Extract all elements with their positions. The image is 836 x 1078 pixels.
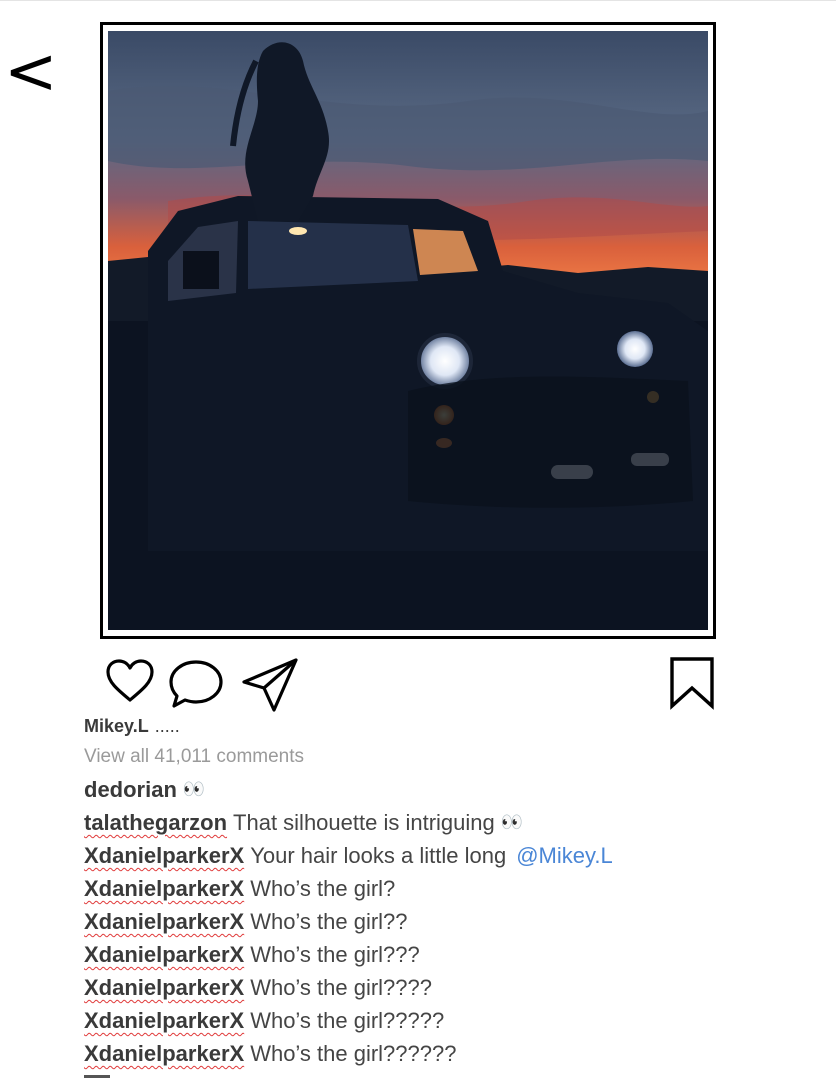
comment-text: Who’s the girl??? (250, 942, 420, 967)
sunset-jeep-silhouette-image (108, 31, 708, 630)
comment-row: XdanielparkerX Who’s the girl?????? (84, 1037, 824, 1070)
comment-row: XdanielparkerX Your hair looks a little l… (84, 839, 824, 872)
comment-username[interactable]: XdanielparkerX (84, 975, 244, 1000)
comment-username[interactable]: XdanielparkerX (84, 942, 244, 967)
comment-username[interactable]: XdanielparkerX (84, 843, 244, 868)
comment-username[interactable]: dedorian (84, 777, 177, 802)
comment-username[interactable]: XdanielparkerX (84, 876, 244, 901)
back-button[interactable]: < (4, 36, 58, 108)
comment-row: XdanielparkerX Who’s the girl????? (84, 1004, 824, 1037)
comment-text: Your hair looks a little long (250, 843, 507, 868)
save-button[interactable] (668, 656, 716, 710)
comment-row: talathegarzon That silhouette is intrigui… (84, 806, 824, 839)
share-button[interactable] (240, 656, 300, 714)
bookmark-icon (670, 657, 714, 710)
comment-text: Who’s the girl? (250, 876, 396, 901)
comment-row: XdanielparkerX Who’s the girl???? (84, 971, 824, 1004)
post-caption: Mikey.L..... (84, 716, 180, 737)
comment-username[interactable]: XdanielparkerX (84, 1041, 244, 1066)
comment-username[interactable]: talathegarzon (84, 810, 227, 835)
post-actions-bar (0, 650, 836, 716)
comments-list: dedorian 👀 talathegarzon That silhouette i… (84, 773, 824, 1070)
comment-button[interactable] (168, 658, 224, 710)
comment-username[interactable]: XdanielparkerX (84, 909, 244, 934)
comment-row: XdanielparkerX Who’s the girl? (84, 872, 824, 905)
heart-icon (106, 659, 154, 702)
post-photo[interactable] (108, 31, 708, 630)
top-divider (0, 0, 836, 1)
eyes-emoji: 👀 (500, 812, 523, 832)
paper-plane-icon (242, 658, 298, 712)
like-button[interactable] (104, 658, 156, 704)
comment-mention-link[interactable]: @Mikey.L (516, 843, 613, 868)
comment-row: XdanielparkerX Who’s the girl??? (84, 938, 824, 971)
comment-bubble-icon (169, 660, 223, 708)
comment-row: dedorian 👀 (84, 773, 824, 806)
comment-row: XdanielparkerX Who’s the girl?? (84, 905, 824, 938)
comment-username[interactable]: XdanielparkerX (84, 1008, 244, 1033)
next-comment-cutoff (84, 1068, 164, 1078)
post-photo-frame (100, 22, 716, 639)
post-author-username[interactable]: Mikey.L (84, 716, 149, 736)
comment-text: Who’s the girl???? (250, 975, 432, 1000)
comment-text: Who’s the girl?????? (250, 1041, 457, 1066)
comment-text: That silhouette is intriguing (233, 810, 495, 835)
view-all-comments-link[interactable]: View all 41,011 comments (84, 746, 304, 768)
comment-text: Who’s the girl?? (250, 909, 408, 934)
eyes-emoji: 👀 (182, 779, 205, 799)
comment-text: Who’s the girl????? (250, 1008, 445, 1033)
post-caption-text: ..... (154, 716, 180, 736)
